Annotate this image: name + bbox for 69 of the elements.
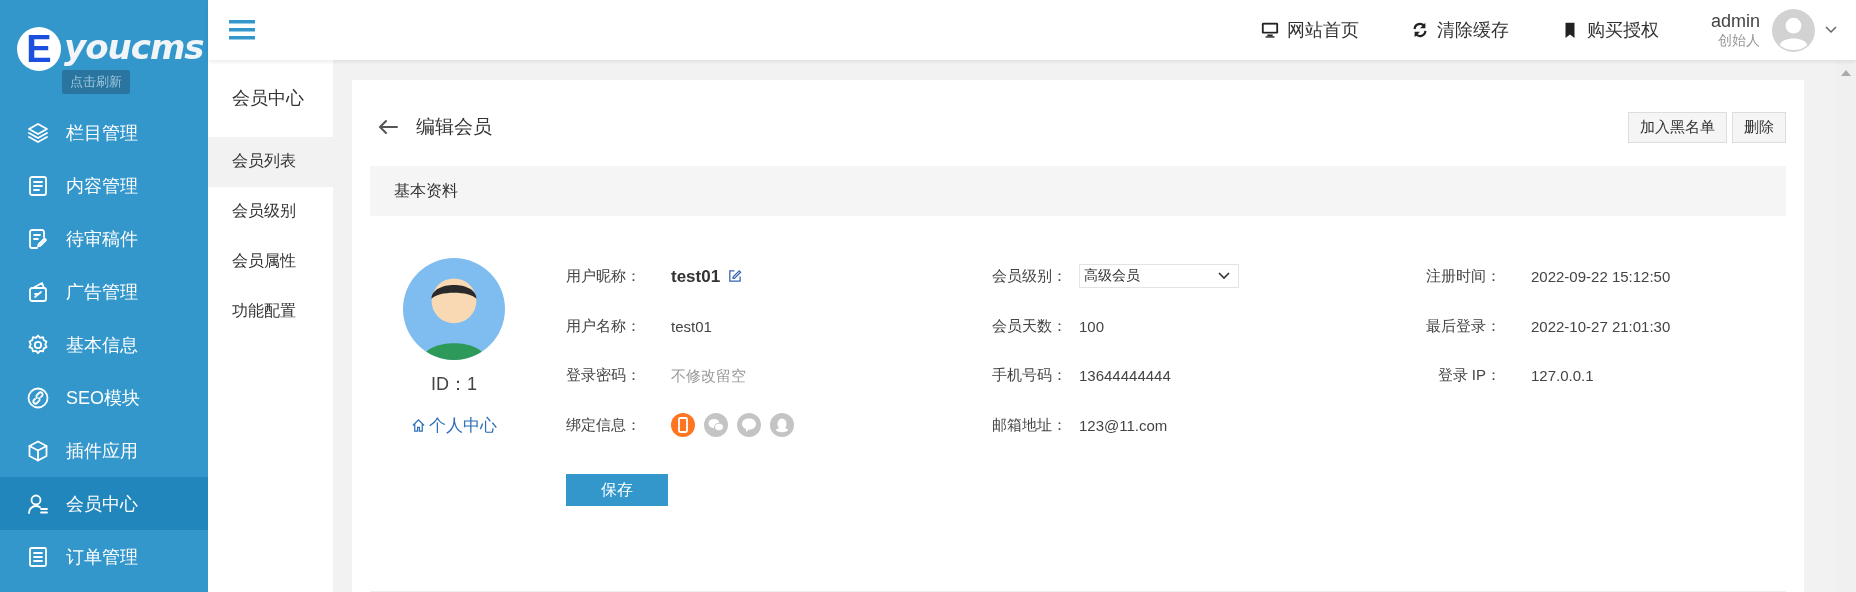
field-label: 用户昵称：: [566, 267, 642, 287]
sidebar-item[interactable]: 内容管理: [0, 159, 208, 212]
phone-icon[interactable]: [671, 413, 695, 438]
section-header: 基本资料: [370, 166, 1786, 216]
member-id: ID：1: [431, 373, 477, 396]
refresh-tooltip: 点击刷新: [62, 70, 130, 94]
logo-text: youcms: [64, 30, 204, 64]
field-label: 用户名称：: [566, 316, 642, 336]
top-link[interactable]: 网站首页: [1260, 18, 1359, 42]
home-icon: [411, 418, 426, 433]
profile-link[interactable]: 个人中心: [411, 414, 497, 437]
field-label: 手机号码：: [992, 366, 1068, 386]
field-label: 会员天数：: [992, 316, 1068, 336]
submenu-item[interactable]: 功能配置: [208, 287, 333, 337]
page-title: 编辑会员: [416, 115, 493, 139]
wechat-icon[interactable]: [704, 413, 728, 438]
sidebar-item[interactable]: 广告管理: [0, 265, 208, 318]
field-value: 100: [1079, 317, 1105, 335]
sidebar-item[interactable]: 基本信息: [0, 318, 208, 371]
card-icon: [26, 279, 50, 304]
menu-icon[interactable]: [229, 20, 255, 40]
edit-document-icon: [26, 226, 50, 251]
user-role: 创始人: [1718, 32, 1760, 50]
scroll-up-icon: [1841, 70, 1851, 76]
level-select[interactable]: 高级会员: [1079, 263, 1239, 288]
sidebar-item[interactable]: 待审稿件: [0, 212, 208, 265]
field-value: 13644444444: [1079, 367, 1171, 385]
field-label: 最后登录：: [1425, 316, 1501, 336]
field-value: 2022-10-27 21:01:30: [1531, 317, 1671, 335]
logo-mark: E: [17, 27, 61, 71]
submenu-item[interactable]: 会员属性: [208, 237, 333, 287]
user-name: admin: [1710, 10, 1760, 32]
sidebar-item[interactable]: 订单管理: [0, 530, 208, 583]
list-icon: [26, 544, 50, 569]
sidebar-item[interactable]: 会员中心: [0, 477, 208, 530]
chat-bubble-icon[interactable]: [737, 413, 761, 438]
submenu-item[interactable]: 会员列表: [208, 137, 333, 187]
monitor-icon: [1260, 21, 1279, 39]
link-icon: [26, 385, 50, 410]
layers-icon: [26, 120, 50, 145]
cube-icon: [26, 438, 50, 463]
document-icon: [26, 173, 50, 198]
field-label: 注册时间：: [1425, 267, 1501, 287]
avatar-icon[interactable]: [1772, 8, 1815, 52]
edit-icon[interactable]: [727, 269, 743, 285]
field-label: 登录密码：: [566, 366, 642, 386]
submenu-item[interactable]: 会员级别: [208, 187, 333, 237]
field-value: 2022-09-22 15:12:50: [1531, 268, 1671, 286]
action-button[interactable]: 加入黑名单: [1628, 111, 1727, 143]
field-value: test01: [671, 317, 712, 335]
field-value: 123@11.com: [1079, 416, 1168, 434]
submenu-title: 会员中心: [231, 87, 305, 110]
field-label: 登录 IP：: [1436, 366, 1501, 386]
sidebar-item[interactable]: 栏目管理: [0, 106, 208, 159]
sidebar-item[interactable]: 插件应用: [0, 424, 208, 477]
save-button[interactable]: 保存: [566, 474, 668, 506]
field-label: 邮箱地址：: [992, 415, 1068, 435]
chevron-icon: [1218, 271, 1230, 280]
sidebar-item[interactable]: SEO模块: [0, 371, 208, 424]
top-link[interactable]: 清除缓存: [1410, 18, 1509, 42]
nickname-value: test01: [671, 266, 721, 287]
field-label: 绑定信息：: [566, 415, 642, 435]
field-label: 会员级别：: [992, 267, 1068, 287]
action-button[interactable]: 删除: [1732, 111, 1786, 143]
settings-icon: [26, 332, 50, 357]
field-value: 127.0.0.1: [1531, 367, 1594, 385]
caret-icon[interactable]: [1825, 26, 1837, 34]
top-link[interactable]: 购买授权: [1560, 18, 1659, 42]
back-arrow-icon[interactable]: [378, 119, 398, 135]
